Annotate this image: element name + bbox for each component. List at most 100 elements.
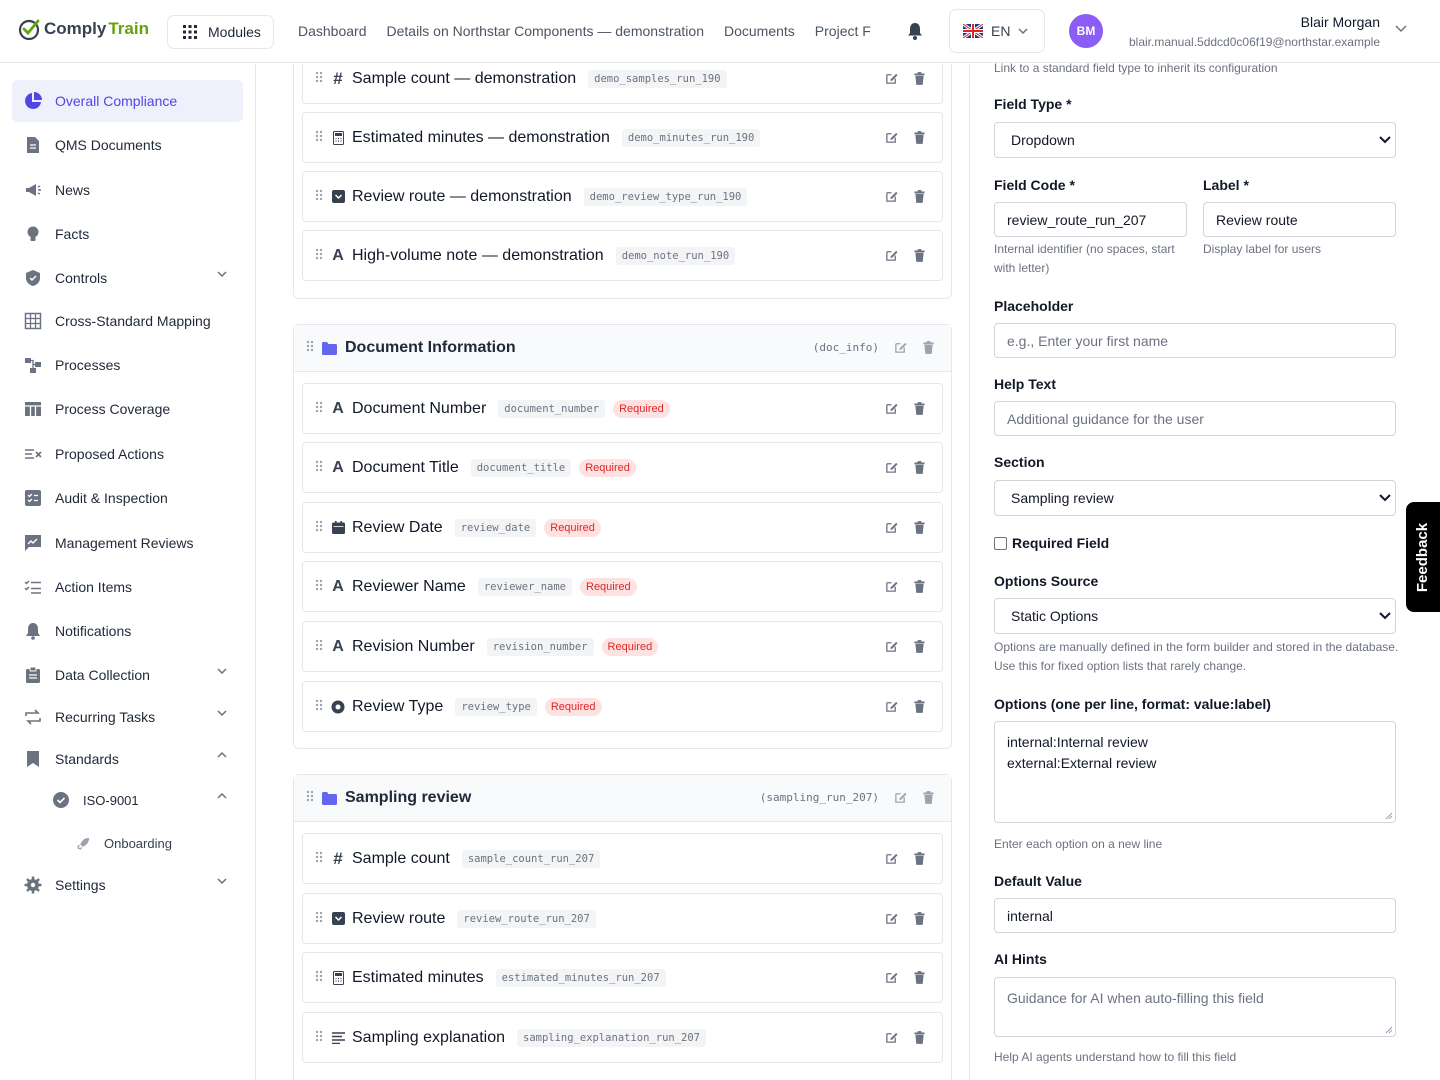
edit-icon[interactable] xyxy=(885,580,898,598)
language-selector[interactable]: EN xyxy=(949,9,1045,53)
trash-icon[interactable] xyxy=(914,249,925,267)
nav-dashboard[interactable]: Dashboard xyxy=(298,23,367,39)
drag-handle-icon[interactable] xyxy=(315,910,323,928)
notification-bell-icon[interactable] xyxy=(907,22,923,40)
nav-documents[interactable]: Documents xyxy=(724,23,795,39)
sidebar-item-audit-inspection[interactable]: Audit & Inspection xyxy=(12,477,243,519)
trash-icon[interactable] xyxy=(914,912,925,930)
sidebar-item-management-reviews[interactable]: Management Reviews xyxy=(12,522,243,564)
sidebar-item-process-coverage[interactable]: Process Coverage xyxy=(12,388,243,430)
sidebar-item-standards[interactable]: Standards xyxy=(12,738,243,780)
trash-icon[interactable] xyxy=(914,700,925,718)
edit-icon[interactable] xyxy=(885,700,898,718)
options-textarea[interactable]: internal:Internal review external:Extern… xyxy=(994,721,1396,823)
field-row[interactable]: Review route review_route_run_207 xyxy=(302,893,943,944)
drag-handle-icon[interactable] xyxy=(315,578,323,596)
sidebar-item-notifications[interactable]: Notifications xyxy=(12,610,243,652)
trash-icon[interactable] xyxy=(914,461,925,479)
nav-details[interactable]: Details on Northstar Components — demons… xyxy=(387,23,704,39)
trash-icon[interactable] xyxy=(914,971,925,989)
resize-handle-icon[interactable] xyxy=(1385,812,1393,820)
edit-icon[interactable] xyxy=(885,190,898,208)
sidebar-item-controls[interactable]: Controls xyxy=(12,257,243,299)
drag-handle-icon[interactable] xyxy=(315,850,323,868)
drag-handle-icon[interactable] xyxy=(306,789,314,807)
sidebar-item-onboarding[interactable]: Onboarding xyxy=(12,822,243,864)
drag-handle-icon[interactable] xyxy=(315,1029,323,1047)
field-row[interactable]: A Revision Number revision_number Requir… xyxy=(302,621,943,672)
edit-icon[interactable] xyxy=(885,131,898,149)
edit-icon[interactable] xyxy=(885,852,898,870)
drag-handle-icon[interactable] xyxy=(315,519,323,537)
field-type-select[interactable]: Dropdown xyxy=(994,122,1396,158)
sidebar-item-processes[interactable]: Processes xyxy=(12,344,243,386)
sidebar-item-iso-9001[interactable]: ISO-9001 xyxy=(12,779,243,821)
drag-handle-icon[interactable] xyxy=(315,459,323,477)
sidebar-item-data-collection[interactable]: Data Collection xyxy=(12,654,243,696)
required-checkbox[interactable] xyxy=(994,536,1007,550)
trash-icon[interactable] xyxy=(914,72,925,90)
feedback-tab[interactable]: Feedback xyxy=(1406,502,1440,612)
drag-handle-icon[interactable] xyxy=(315,969,323,987)
sidebar-item-cross-standard-mapping[interactable]: Cross-Standard Mapping xyxy=(12,300,243,342)
field-row[interactable]: A Document Number document_number Requir… xyxy=(302,383,943,434)
field-row[interactable]: Estimated minutes estimated_minutes_run_… xyxy=(302,952,943,1003)
options-source-select[interactable]: Static Options xyxy=(994,598,1396,634)
field-row[interactable]: A Reviewer Name reviewer_name Required xyxy=(302,561,943,612)
sidebar-item-proposed-actions[interactable]: Proposed Actions xyxy=(12,433,243,475)
drag-handle-icon[interactable] xyxy=(315,70,323,88)
ai-hints-textarea[interactable]: Guidance for AI when auto-filling this f… xyxy=(994,977,1396,1037)
trash-icon[interactable] xyxy=(914,852,925,870)
edit-icon[interactable] xyxy=(894,791,907,809)
edit-icon[interactable] xyxy=(885,971,898,989)
trash-icon[interactable] xyxy=(914,1031,925,1049)
trash-icon[interactable] xyxy=(914,190,925,208)
field-row[interactable]: A High-volume note — demonstration demo_… xyxy=(302,230,943,281)
edit-icon[interactable] xyxy=(885,72,898,90)
label-input[interactable]: Review route xyxy=(1203,202,1396,237)
field-row[interactable]: # Sample count sample_count_run_207 xyxy=(302,833,943,884)
trash-icon[interactable] xyxy=(914,580,925,598)
sidebar-item-facts[interactable]: Facts xyxy=(12,213,243,255)
trash-icon[interactable] xyxy=(914,402,925,420)
drag-handle-icon[interactable] xyxy=(315,129,323,147)
edit-icon[interactable] xyxy=(885,640,898,658)
section-select[interactable]: Sampling review xyxy=(994,480,1396,516)
placeholder-input[interactable]: e.g., Enter your first name xyxy=(994,323,1396,358)
sidebar-item-recurring-tasks[interactable]: Recurring Tasks xyxy=(12,696,243,738)
field-row[interactable]: # Sample count — demonstration demo_samp… xyxy=(302,64,943,104)
sidebar-item-settings[interactable]: Settings xyxy=(12,864,243,906)
edit-icon[interactable] xyxy=(885,461,898,479)
brand-logo[interactable]: Comply Train xyxy=(18,17,149,41)
field-row[interactable]: Review Type review_type Required xyxy=(302,681,943,732)
help-text-input[interactable]: Additional guidance for the user xyxy=(994,401,1396,436)
edit-icon[interactable] xyxy=(885,1031,898,1049)
modules-button[interactable]: Modules xyxy=(167,15,274,49)
field-code-input[interactable]: review_route_run_207 xyxy=(994,202,1187,237)
resize-handle-icon[interactable] xyxy=(1385,1026,1393,1034)
drag-handle-icon[interactable] xyxy=(315,247,323,265)
user-menu-chevron-icon[interactable] xyxy=(1395,25,1407,33)
sidebar-item-overall-compliance[interactable]: Overall Compliance xyxy=(12,80,243,122)
avatar[interactable]: BM xyxy=(1069,14,1103,48)
field-row[interactable]: A Document Title document_title Required xyxy=(302,442,943,493)
default-value-input[interactable]: internal xyxy=(994,898,1396,933)
section-header[interactable]: Document Information (doc_info) xyxy=(294,325,951,372)
drag-handle-icon[interactable] xyxy=(315,400,323,418)
trash-icon[interactable] xyxy=(914,131,925,149)
edit-icon[interactable] xyxy=(885,521,898,539)
field-row[interactable]: Review Date review_date Required xyxy=(302,502,943,553)
trash-icon[interactable] xyxy=(914,640,925,658)
section-header[interactable]: Sampling review (sampling_run_207) xyxy=(294,775,951,822)
edit-icon[interactable] xyxy=(885,402,898,420)
sidebar-item-action-items[interactable]: Action Items xyxy=(12,566,243,608)
drag-handle-icon[interactable] xyxy=(315,638,323,656)
trash-icon[interactable] xyxy=(923,791,934,809)
field-row[interactable]: Sampling explanation sampling_explanatio… xyxy=(302,1012,943,1063)
drag-handle-icon[interactable] xyxy=(315,698,323,716)
field-row[interactable]: Review route — demonstration demo_review… xyxy=(302,171,943,222)
trash-icon[interactable] xyxy=(923,341,934,359)
edit-icon[interactable] xyxy=(885,249,898,267)
drag-handle-icon[interactable] xyxy=(315,188,323,206)
drag-handle-icon[interactable] xyxy=(306,339,314,357)
